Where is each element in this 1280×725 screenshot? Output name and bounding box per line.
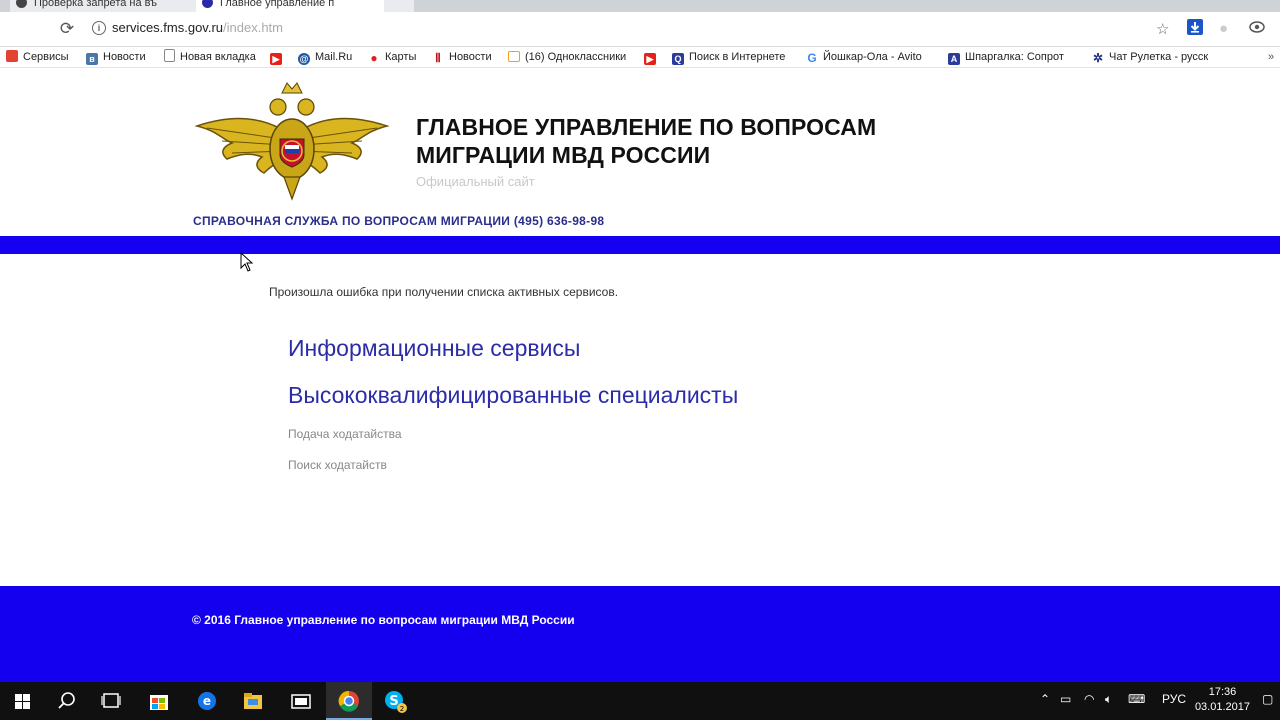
media-app-icon[interactable]: [278, 682, 324, 720]
bookmark-chat-roulette[interactable]: ✲ Чат Рулетка - русск: [1092, 49, 1208, 65]
page-icon: [164, 49, 175, 62]
youtube-icon: ▶: [644, 53, 656, 65]
link-search-petitions[interactable]: Поиск ходатайств: [288, 458, 387, 472]
volume-icon[interactable]: 🔈︎: [1105, 692, 1112, 707]
new-tab-button[interactable]: [384, 0, 414, 12]
bookmark-avito[interactable]: G Йошкар-Ола - Avito: [806, 49, 921, 65]
tab-check-ban[interactable]: Проверка запрета на въ ✕: [10, 0, 212, 12]
clock[interactable]: 17:36 03.01.2017: [1195, 685, 1250, 715]
tab-strip: Проверка запрета на въ ✕ Главное управле…: [0, 0, 1280, 12]
url-text: services.fms.gov.ru/index.htm: [112, 20, 283, 35]
tab-fms[interactable]: Главное управление п ✕: [196, 0, 400, 12]
link-info-services[interactable]: Информационные сервисы: [288, 335, 580, 362]
bookmark-odnoklassniki[interactable]: (16) Одноклассники: [508, 49, 626, 65]
address-bar[interactable]: i services.fms.gov.ru/index.htm: [86, 17, 1186, 41]
mouse-cursor-icon: [240, 252, 254, 272]
header-divider-bar: [0, 236, 1280, 254]
bookmark-youtube-2[interactable]: ▶: [644, 49, 661, 65]
svg-text:2: 2: [400, 705, 404, 713]
page-content: ГЛАВНОЕ УПРАВЛЕНИЕ ПО ВОПРОСАМ МИГРАЦИИ …: [0, 68, 1280, 682]
bookmark-mailru[interactable]: @ Mail.Ru: [298, 49, 352, 65]
store-icon[interactable]: [136, 682, 182, 720]
bookmark-services[interactable]: Сервисы: [6, 49, 69, 65]
a-icon: A: [948, 53, 960, 65]
fms-emblem-icon: [194, 82, 390, 201]
bookmark-new-tab[interactable]: Новая вкладка: [164, 49, 256, 65]
search-icon[interactable]: [44, 682, 90, 720]
notifications-icon[interactable]: ▢: [1262, 692, 1273, 706]
edge-icon[interactable]: e: [184, 682, 230, 720]
windows-start-icon[interactable]: [0, 682, 46, 720]
reload-icon[interactable]: ⟳: [56, 18, 78, 40]
footer-copyright: © 2016 Главное управление по вопросам ми…: [192, 613, 575, 627]
mailru-icon: @: [298, 53, 310, 65]
bookmark-vk-news[interactable]: в Новости: [86, 49, 146, 65]
taskbar: e S2 ⌃ ▭ ◠ 🔈︎ ⌨ РУС 17:36 03.01.2017 ▢: [0, 682, 1280, 720]
vk-icon: в: [86, 53, 98, 65]
search-q-icon: Q: [672, 53, 684, 65]
map-pin-icon: ●: [370, 51, 378, 65]
apps-icon: [6, 50, 18, 62]
download-extension-icon[interactable]: [1187, 19, 1203, 39]
tab-favicon-icon: [202, 0, 213, 8]
link-highly-qualified[interactable]: Высококвалифицированные специалисты: [288, 382, 738, 409]
info-icon[interactable]: i: [92, 21, 106, 35]
extension-eye-icon[interactable]: [1249, 20, 1265, 38]
tab-title: Главное управление п: [220, 0, 335, 9]
site-subtitle: Официальный сайт: [416, 174, 535, 189]
more-bookmarks-icon[interactable]: »: [1268, 49, 1274, 65]
tab-favicon-icon: [16, 0, 27, 8]
extension-icon[interactable]: ●: [1219, 20, 1228, 37]
google-icon: G: [807, 51, 817, 65]
bookmark-star-icon[interactable]: ☆: [1156, 20, 1169, 38]
bookmarks-bar: Сервисы в Новости Новая вкладка ▶ @ Mail.R…: [0, 47, 1280, 68]
skype-icon[interactable]: S2: [372, 682, 418, 720]
language-indicator[interactable]: РУС: [1162, 692, 1186, 706]
error-message: Произошла ошибка при получении списка ак…: [269, 285, 619, 299]
bookmark-search[interactable]: Q Поиск в Интернете: [672, 49, 785, 65]
bookmark-maps[interactable]: ● Карты: [368, 49, 416, 65]
bookmark-cheatsheet[interactable]: A Шпаргалка: Сопрот: [948, 49, 1064, 65]
ok-icon: [508, 51, 520, 62]
chrome-icon[interactable]: [326, 682, 372, 720]
svg-text:e: e: [203, 694, 211, 708]
chat-icon: ✲: [1092, 51, 1104, 65]
bookmark-news[interactable]: Ⅱ Новости: [432, 49, 492, 65]
tab-title: Проверка запрета на въ: [34, 0, 158, 9]
browser-toolbar: ⟳ i services.fms.gov.ru/index.htm ☆ ●: [0, 12, 1280, 47]
show-hidden-icons-icon[interactable]: ⌃: [1040, 692, 1050, 706]
youtube-icon: ▶: [270, 53, 282, 65]
news-icon: Ⅱ: [435, 51, 441, 65]
link-submit-petition[interactable]: Подача ходатайства: [288, 427, 402, 441]
page-title: ГЛАВНОЕ УПРАВЛЕНИЕ ПО ВОПРОСАМ МИГРАЦИИ …: [416, 114, 877, 168]
bookmark-youtube[interactable]: ▶: [270, 49, 287, 65]
helpline-text: СПРАВОЧНАЯ СЛУЖБА ПО ВОПРОСАМ МИГРАЦИИ (…: [193, 214, 605, 228]
task-view-icon[interactable]: [88, 682, 134, 720]
keyboard-icon[interactable]: ⌨: [1128, 692, 1145, 706]
footer: © 2016 Главное управление по вопросам ми…: [0, 586, 1280, 682]
power-icon[interactable]: ▭: [1060, 692, 1071, 706]
file-explorer-icon[interactable]: [230, 682, 276, 720]
wifi-icon[interactable]: ◠: [1084, 692, 1094, 706]
